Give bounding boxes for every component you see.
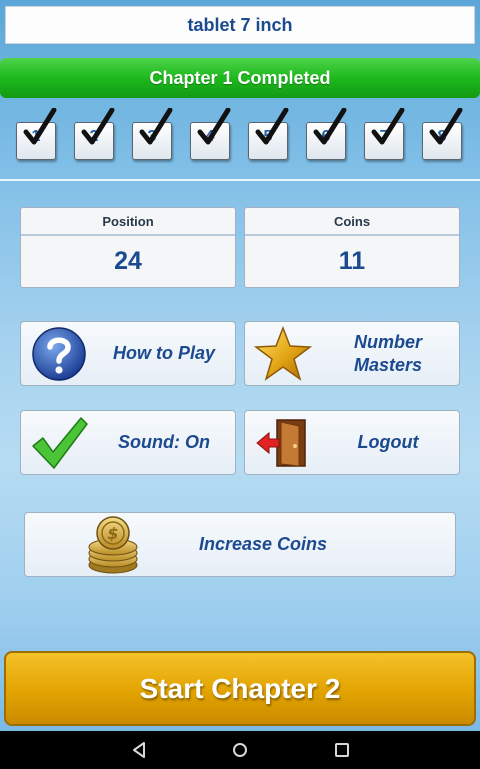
sound-toggle-button[interactable]: Sound: On [20, 410, 236, 475]
level-5[interactable]: 5 [246, 108, 292, 162]
increase-coins-button[interactable]: $ Increase Coins [24, 512, 456, 577]
door-exit-icon [256, 419, 306, 467]
question-icon [32, 327, 86, 381]
level-8[interactable]: 8 [420, 108, 466, 162]
logout-label: Logout [357, 432, 419, 452]
page-title: tablet 7 inch [5, 6, 475, 44]
level-3[interactable]: 3 [130, 108, 176, 162]
increase-coins-label: Increase Coins [198, 534, 328, 554]
level-6[interactable]: 6 [304, 108, 350, 162]
coins-icon: $ [88, 516, 138, 574]
checkmark-icon [197, 108, 231, 145]
sound-label: Sound: On [118, 432, 210, 452]
level-progress-row: 1 2 3 4 5 6 7 8 [0, 108, 480, 166]
number-masters-label: Number Masters [353, 331, 423, 375]
position-stat-card: Position 24 [20, 207, 236, 288]
level-1[interactable]: 1 [14, 108, 60, 162]
checkmark-icon [139, 108, 173, 145]
checkmark-icon [81, 108, 115, 145]
chapter-status-banner: Chapter 1 Completed [0, 58, 480, 98]
start-chapter-button[interactable]: Start Chapter 2 [4, 651, 476, 726]
checkmark-icon [371, 108, 405, 145]
how-to-play-label: How to Play [112, 343, 215, 363]
home-icon[interactable] [228, 739, 252, 761]
back-icon[interactable] [128, 739, 152, 761]
checkmark-icon [32, 417, 88, 469]
star-icon [253, 325, 313, 381]
level-4[interactable]: 4 [188, 108, 234, 162]
level-7[interactable]: 7 [362, 108, 408, 162]
svg-text:$: $ [107, 524, 118, 543]
coins-label: Coins [245, 208, 459, 236]
number-masters-button[interactable]: Number Masters [244, 321, 460, 386]
coins-value: 11 [338, 247, 366, 275]
coins-stat-card: Coins 11 [244, 207, 460, 288]
checkmark-icon [429, 108, 463, 145]
section-divider [0, 179, 480, 181]
checkmark-icon [255, 108, 289, 145]
checkmark-icon [313, 108, 347, 145]
android-nav-bar [0, 731, 480, 769]
recents-icon[interactable] [330, 739, 354, 761]
position-value: 24 [114, 247, 142, 275]
checkmark-icon [23, 108, 57, 145]
level-2[interactable]: 2 [72, 108, 118, 162]
how-to-play-button[interactable]: How to Play [20, 321, 236, 386]
logout-button[interactable]: Logout [244, 410, 460, 475]
position-label: Position [21, 208, 235, 236]
